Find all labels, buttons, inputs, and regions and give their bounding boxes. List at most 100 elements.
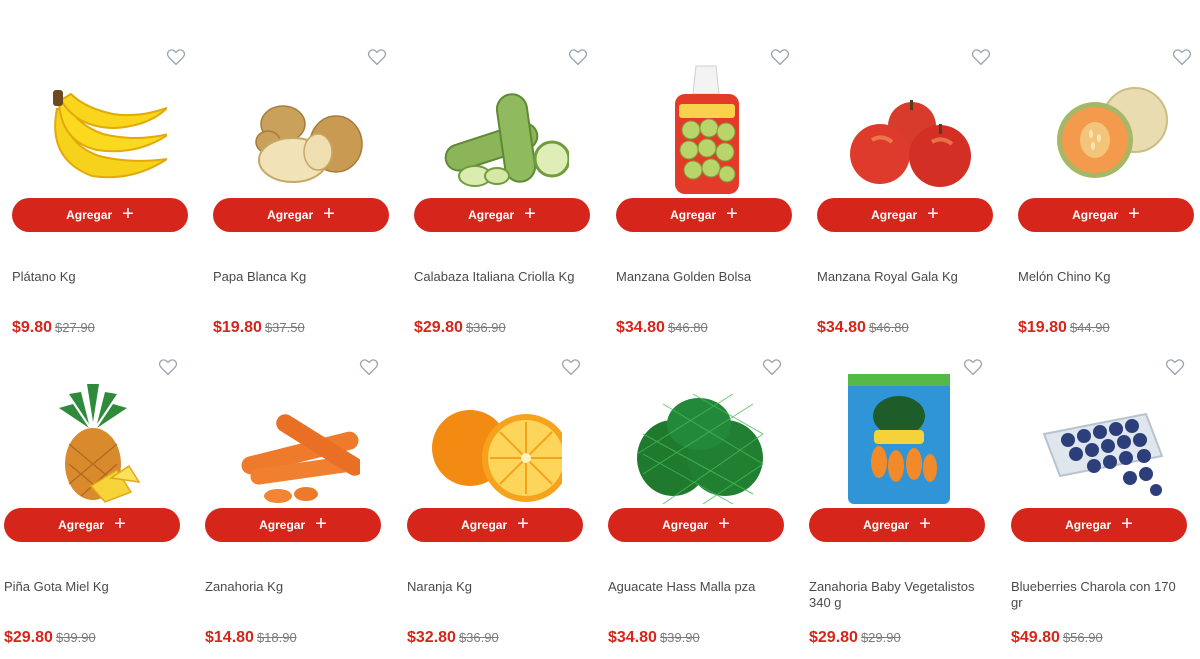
current-price: $34.80 [608,629,657,646]
add-to-cart-button[interactable]: Agregar + [1011,508,1187,542]
add-to-cart-button[interactable]: Agregar + [817,198,993,232]
price-block: $19.80 $44.90 [1018,319,1110,337]
current-price: $32.80 [407,629,456,646]
product-image[interactable] [432,374,570,504]
product-card[interactable]: Agregar + Melón Chino Kg $19.80 $44.90 [1018,48,1198,348]
original-price: $44.90 [1069,320,1110,335]
product-name[interactable]: Naranja Kg [407,579,585,595]
heart-icon[interactable] [166,48,188,68]
price-block: $34.80 $46.80 [817,319,909,337]
original-price: $27.90 [55,320,95,335]
product-image[interactable] [439,64,571,194]
add-to-cart-button[interactable]: Agregar + [407,508,583,542]
current-price: $29.80 [4,629,53,646]
original-price: $37.50 [264,320,305,335]
heart-icon[interactable] [762,358,784,378]
add-to-cart-button[interactable]: Agregar + [205,508,381,542]
current-price: $19.80 [213,319,262,336]
current-price: $34.80 [817,319,866,336]
heart-icon[interactable] [1172,48,1194,68]
current-price: $14.80 [205,629,254,646]
product-name[interactable]: Manzana Golden Bolsa [616,269,794,285]
price-block: $34.80 $46.80 [616,319,708,337]
product-name[interactable]: Aguacate Hass Malla pza [608,579,786,595]
original-price: $46.80 [868,320,909,335]
plus-icon: + [524,203,536,225]
product-card[interactable]: Agregar + Papa Blanca Kg $19.80 $37.50 [213,48,393,348]
heart-icon[interactable] [561,358,583,378]
heart-icon[interactable] [367,48,389,68]
heart-icon[interactable] [770,48,792,68]
price-block: $19.80 $37.50 [213,319,305,337]
add-to-cart-button[interactable]: Agregar + [616,198,792,232]
product-image[interactable] [842,64,972,194]
original-price: $39.90 [659,630,700,645]
price-block: $14.80 $18.90 [205,629,297,647]
product-name[interactable]: Zanahoria Kg [205,579,383,595]
product-card[interactable]: Agregar + Calabaza Italiana Criolla Kg $… [414,48,594,348]
product-image[interactable] [633,374,764,505]
product-image[interactable] [1036,374,1166,504]
product-image[interactable] [230,374,364,504]
price-block: $34.80 $39.90 [608,629,700,647]
current-price: $49.80 [1011,629,1060,646]
heart-icon[interactable] [1165,358,1187,378]
plus-icon: + [1128,203,1140,225]
current-price: $9.80 [12,319,53,336]
product-card[interactable]: Agregar + Zanahoria Kg $14.80 $18.90 [205,358,385,658]
product-card[interactable]: Agregar + Manzana Royal Gala Kg $34.80 $4… [817,48,997,348]
product-name[interactable]: Manzana Royal Gala Kg [817,269,995,285]
product-name[interactable]: Piña Gota Miel Kg [4,579,182,595]
product-name[interactable]: Zanahoria Baby Vegetalistos 340 g [809,579,987,611]
heart-icon[interactable] [971,48,993,68]
product-card[interactable]: Agregar + Manzana Golden Bolsa $34.80 $46… [616,48,796,348]
add-to-cart-button[interactable]: Agregar + [809,508,985,542]
product-card[interactable]: Agregar + Blueberries Charola con 170 gr… [1011,358,1191,658]
product-card[interactable]: Agregar + Piña Gota Miel Kg $29.80 $39.90 [4,358,184,658]
product-image[interactable] [641,64,771,194]
product-card[interactable]: Agregar + Zanahoria Baby Vegetalistos 34… [809,358,989,658]
product-card[interactable]: Agregar + Plátano Kg $9.80 $27.90 [12,48,192,348]
add-to-cart-button[interactable]: Agregar + [213,198,389,232]
product-name[interactable]: Melón Chino Kg [1018,269,1196,285]
add-button-label: Agregar [1065,518,1112,532]
price-block: $29.80 $36.90 [414,319,506,337]
add-button-label: Agregar [1072,208,1119,222]
plus-icon: + [323,203,335,225]
price-block: $9.80 $27.90 [12,319,95,337]
plus-icon: + [122,203,134,225]
plus-icon: + [927,203,939,225]
original-price: $29.90 [860,630,901,645]
plus-icon: + [114,513,126,535]
product-image[interactable] [37,64,170,194]
add-button-label: Agregar [662,518,709,532]
current-price: $29.80 [414,319,463,336]
add-button-label: Agregar [259,518,306,532]
add-to-cart-button[interactable]: Agregar + [1018,198,1194,232]
current-price: $34.80 [616,319,665,336]
add-to-cart-button[interactable]: Agregar + [12,198,188,232]
product-image[interactable] [29,374,159,504]
product-image[interactable] [834,374,964,504]
add-to-cart-button[interactable]: Agregar + [4,508,180,542]
add-to-cart-button[interactable]: Agregar + [608,508,784,542]
heart-icon[interactable] [568,48,590,68]
product-card[interactable]: Agregar + Naranja Kg $32.80 $36.90 [407,358,587,658]
product-name[interactable]: Papa Blanca Kg [213,269,391,285]
heart-icon[interactable] [158,358,180,378]
product-name[interactable]: Calabaza Italiana Criolla Kg [414,269,592,285]
product-name[interactable]: Blueberries Charola con 170 gr [1011,579,1189,611]
product-image[interactable] [1043,64,1173,194]
add-to-cart-button[interactable]: Agregar + [414,198,590,232]
heart-icon[interactable] [963,358,985,378]
heart-icon[interactable] [359,358,381,378]
add-button-label: Agregar [461,518,508,532]
plus-icon: + [517,513,529,535]
add-button-label: Agregar [58,518,105,532]
product-card[interactable]: Agregar + Aguacate Hass Malla pza $34.80… [608,358,788,658]
price-block: $29.80 $29.90 [809,629,901,647]
product-image[interactable] [238,64,368,194]
product-name[interactable]: Plátano Kg [12,269,190,285]
add-button-label: Agregar [871,208,918,222]
original-price: $36.90 [458,630,499,645]
